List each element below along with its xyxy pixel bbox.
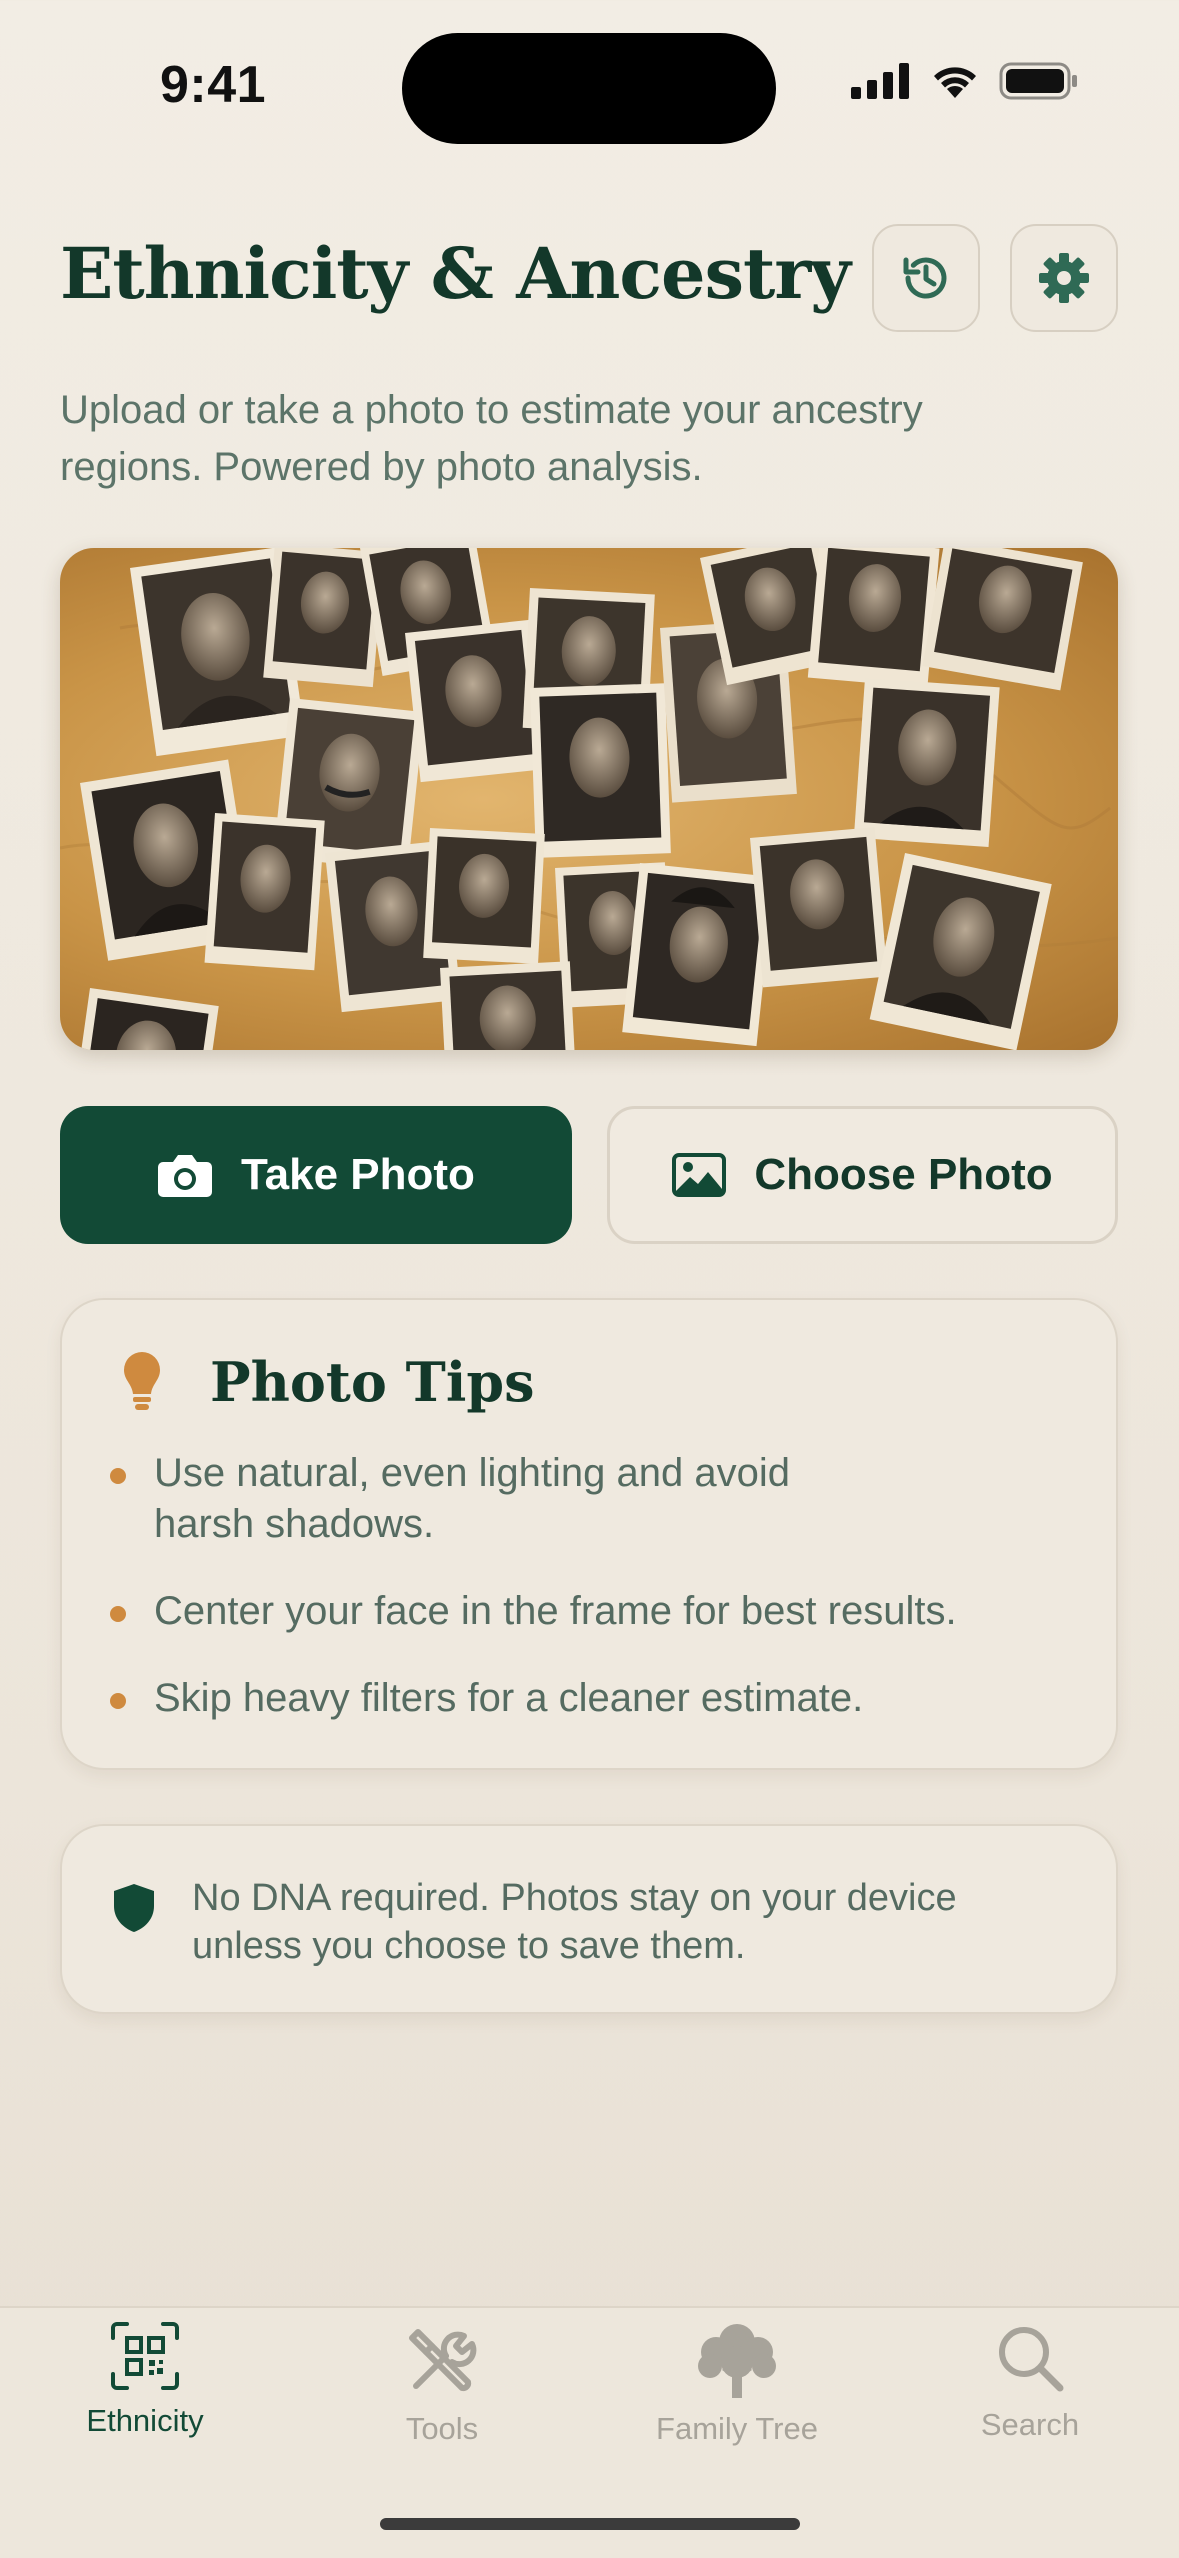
lightbulb-icon <box>124 1352 160 1410</box>
status-time: 9:41 <box>160 56 267 114</box>
choose-photo-label: Choose Photo <box>754 1150 1053 1199</box>
photo-tips-title: Photo Tips <box>210 1350 535 1414</box>
privacy-note-text: No DNA required. Photos stay on your dev… <box>192 1877 957 1967</box>
choose-photo-button[interactable]: Choose Photo <box>607 1106 1118 1244</box>
vintage-portraits-illustration <box>60 548 1118 1050</box>
page-subtitle: Upload or take a photo to estimate your … <box>60 388 923 489</box>
tab-tools-label: Tools <box>405 2411 479 2446</box>
search-icon <box>999 2327 1064 2392</box>
gear-icon <box>1039 253 1089 303</box>
battery-icon <box>999 62 1077 100</box>
photo-tips-list: Use natural, even lighting and avoid har… <box>108 1448 1068 1760</box>
qr-scan-icon <box>111 2322 179 2390</box>
take-photo-label: Take Photo <box>241 1150 475 1199</box>
tree-icon <box>698 2324 776 2398</box>
cellular-signal-icon <box>851 63 909 99</box>
tab-search-label: Search <box>980 2407 1080 2442</box>
shield-icon <box>114 1884 154 1932</box>
tab-ethnicity-label: Ethnicity <box>86 2403 204 2438</box>
tab-tools[interactable]: Tools <box>332 2320 552 2447</box>
wifi-icon <box>934 67 976 98</box>
history-button[interactable] <box>872 224 980 332</box>
history-icon <box>903 257 947 299</box>
tab-family-tree[interactable]: Family Tree <box>627 2320 847 2447</box>
camera-icon <box>158 1155 213 1197</box>
settings-button[interactable] <box>1010 224 1118 332</box>
tip-item: Center your face in the frame for best r… <box>108 1586 1068 1637</box>
dynamic-island <box>402 33 776 144</box>
image-icon <box>672 1153 727 1197</box>
privacy-note-card: No DNA required. Photos stay on your dev… <box>60 1824 1118 2014</box>
tip-item: Use natural, even lighting and avoid har… <box>108 1448 874 1550</box>
tab-ethnicity[interactable]: Ethnicity <box>35 2320 255 2439</box>
tab-family-tree-label: Family Tree <box>656 2411 818 2446</box>
tip-item: Skip heavy filters for a cleaner estimat… <box>108 1673 1068 1724</box>
tab-search[interactable]: Search <box>920 2320 1140 2443</box>
tools-icon <box>409 2329 477 2392</box>
take-photo-button[interactable]: Take Photo <box>60 1106 572 1244</box>
photo-tips-card: Photo Tips Use natural, even lighting an… <box>60 1298 1118 1770</box>
hero-portrait-collage <box>60 548 1118 1050</box>
status-icons <box>851 62 1079 100</box>
home-indicator[interactable] <box>380 2518 800 2530</box>
page-title: Ethnicity & Ancestry <box>60 232 851 315</box>
